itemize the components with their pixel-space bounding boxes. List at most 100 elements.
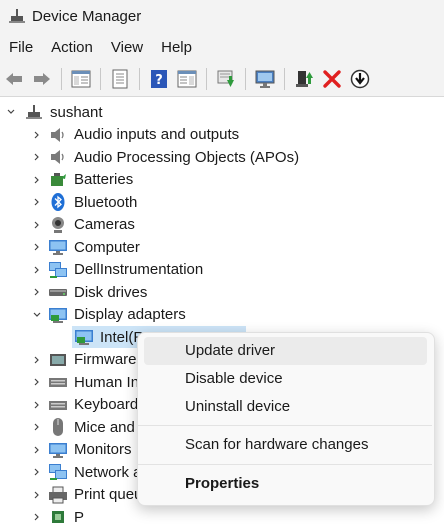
toolbar-separator	[245, 68, 246, 90]
back-icon[interactable]	[2, 67, 26, 91]
device-manager-icon	[8, 7, 26, 25]
svg-text:?: ?	[155, 73, 163, 88]
chevron-down-icon[interactable]	[30, 308, 44, 322]
menu-bar: File Action View Help	[0, 32, 444, 62]
tree-root[interactable]: sushant	[0, 101, 444, 124]
speaker-icon	[48, 125, 68, 145]
update-driver-menu-item[interactable]: Update driver	[144, 337, 427, 365]
speaker-icon	[48, 147, 68, 167]
tree-item-label: Audio Processing Objects (APOs)	[74, 148, 300, 166]
keyboard-icon	[48, 395, 68, 415]
tree-item-label: DellInstrumentation	[74, 261, 204, 279]
network-icon	[48, 462, 68, 482]
chevron-right-icon[interactable]	[30, 353, 44, 367]
tree-item-label: Mice and	[74, 418, 135, 436]
chevron-right-icon[interactable]	[30, 218, 44, 232]
tree-item-label: Computer	[74, 238, 140, 256]
toolbar-separator	[206, 68, 207, 90]
chevron-right-icon[interactable]	[30, 263, 44, 277]
mouse-icon	[48, 417, 68, 437]
tree-item-label: Cameras	[74, 216, 135, 234]
network-icon	[48, 260, 68, 280]
chevron-right-icon[interactable]	[30, 420, 44, 434]
tree-item-batteries[interactable]: Batteries	[0, 169, 444, 192]
tree-item-bluetooth[interactable]: Bluetooth	[0, 191, 444, 214]
chevron-right-icon[interactable]	[30, 128, 44, 142]
menu-view[interactable]: View	[102, 32, 152, 62]
tree-item-label: P	[74, 508, 85, 526]
enable-device-icon[interactable]	[292, 67, 316, 91]
chevron-right-icon[interactable]	[30, 173, 44, 187]
printer-icon	[48, 485, 68, 505]
tree-item-label: Disk drives	[74, 283, 148, 301]
monitor-icon	[48, 237, 68, 257]
scan-hardware-icon[interactable]	[253, 67, 277, 91]
disable-device-icon[interactable]	[348, 67, 372, 91]
monitor-icon	[48, 440, 68, 460]
menu-separator	[138, 464, 432, 465]
tree-item-label: Batteries	[74, 171, 134, 189]
tree-item-computer[interactable]: Computer	[0, 236, 444, 259]
camera-icon	[48, 215, 68, 235]
chevron-right-icon[interactable]	[30, 488, 44, 502]
tree-item-cameras[interactable]: Cameras	[0, 214, 444, 237]
window-title: Device Manager	[32, 7, 142, 25]
tree-item-audio-inputs[interactable]: Audio inputs and outputs	[0, 124, 444, 147]
root-label: sushant	[50, 103, 103, 121]
computer-root-icon	[24, 102, 44, 122]
tree-item-label: Network a	[74, 463, 142, 481]
keyboard-icon	[48, 372, 68, 392]
title-bar: Device Manager	[0, 0, 444, 32]
chevron-down-icon[interactable]	[4, 105, 18, 119]
tree-item-label: Monitors	[74, 441, 132, 459]
tree-item-label: Display adapters	[74, 306, 186, 324]
uninstall-device-menu-item[interactable]: Uninstall device	[144, 393, 427, 421]
toolbar-separator	[100, 68, 101, 90]
forward-icon[interactable]	[30, 67, 54, 91]
battery-icon	[48, 170, 68, 190]
toolbar-separator	[284, 68, 285, 90]
menu-file[interactable]: File	[0, 32, 42, 62]
tree-item-dellinstrumentation[interactable]: DellInstrumentation	[0, 259, 444, 282]
update-driver-icon[interactable]	[214, 67, 238, 91]
chevron-right-icon[interactable]	[30, 285, 44, 299]
chevron-right-icon[interactable]	[30, 510, 44, 524]
toolbar: ?	[0, 62, 444, 97]
chevron-right-icon[interactable]	[30, 195, 44, 209]
tree-item-label: Keyboard	[74, 396, 139, 414]
uninstall-icon[interactable]	[320, 67, 344, 91]
tree-item-display-adapters[interactable]: Display adapters	[0, 304, 444, 327]
show-hide-console-tree-icon[interactable]	[69, 67, 93, 91]
tree-item-disk-drives[interactable]: Disk drives	[0, 281, 444, 304]
disk-icon	[48, 282, 68, 302]
tree-item-label: Human In	[74, 373, 140, 391]
scan-hardware-menu-item[interactable]: Scan for hardware changes	[144, 431, 427, 459]
chevron-right-icon[interactable]	[30, 240, 44, 254]
menu-separator	[138, 425, 432, 426]
disable-device-menu-item[interactable]: Disable device	[144, 365, 427, 393]
menu-action[interactable]: Action	[42, 32, 102, 62]
tree-item-processors[interactable]: P	[0, 506, 444, 529]
tree-item-label: Audio inputs and outputs	[74, 126, 240, 144]
menu-help[interactable]: Help	[152, 32, 201, 62]
display-adapter-icon	[48, 305, 68, 325]
chevron-right-icon[interactable]	[30, 443, 44, 457]
chevron-right-icon[interactable]	[30, 375, 44, 389]
firmware-icon	[48, 350, 68, 370]
chevron-right-icon[interactable]	[30, 398, 44, 412]
chevron-right-icon[interactable]	[30, 465, 44, 479]
bluetooth-icon	[48, 192, 68, 212]
properties-menu-item[interactable]: Properties	[144, 470, 427, 498]
toolbar-separator	[61, 68, 62, 90]
display-adapter-icon	[74, 327, 94, 347]
properties-icon[interactable]	[108, 67, 132, 91]
processor-icon	[48, 507, 68, 527]
context-menu: Update driver Disable device Uninstall d…	[137, 332, 435, 506]
action-pane-icon[interactable]	[175, 67, 199, 91]
tree-item-label: Bluetooth	[74, 193, 138, 211]
toolbar-separator	[139, 68, 140, 90]
chevron-right-icon[interactable]	[30, 150, 44, 164]
tree-item-apos[interactable]: Audio Processing Objects (APOs)	[0, 146, 444, 169]
help-icon[interactable]: ?	[147, 67, 171, 91]
tree-item-label: Firmware	[74, 351, 137, 369]
